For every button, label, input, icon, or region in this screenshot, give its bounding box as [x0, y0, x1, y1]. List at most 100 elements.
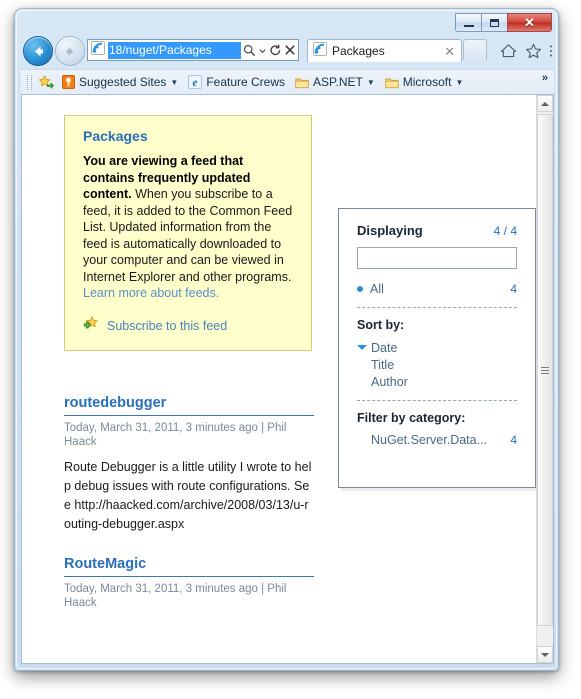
sort-option-date[interactable]: Date [357, 340, 517, 357]
displaying-label: Displaying [357, 223, 423, 238]
sort-descending-caret-icon [357, 345, 367, 350]
feed-entry: RouteMagic Today, March 31, 2011, 3 minu… [64, 556, 314, 610]
feed-search-input[interactable] [357, 247, 517, 269]
entry-title-link[interactable]: routedebugger [64, 395, 314, 416]
address-bar[interactable]: 18/nuget/Packages [87, 39, 299, 61]
new-tab-button[interactable] [463, 39, 487, 60]
scrollbar-thumb[interactable] [537, 114, 553, 626]
status-bar [21, 664, 554, 668]
chevron-down-icon[interactable]: ▼ [455, 78, 463, 87]
favorites-bar: Suggested Sites ▼ e Feature Crews ASP.NE… [21, 69, 554, 94]
scroll-down-button[interactable] [537, 646, 553, 663]
sort-option-label: Author [371, 375, 408, 389]
entry-meta: Today, March 31, 2011, 3 minutes ago | P… [64, 583, 287, 609]
filter-all-label: All [370, 282, 384, 296]
back-arrow-icon [34, 46, 43, 56]
selected-bullet-icon [357, 285, 363, 292]
sort-option-label: Date [371, 341, 398, 355]
tab-feed-icon [313, 41, 327, 61]
subscribe-feed-icon [83, 316, 99, 336]
feed-notice-text: You are viewing a feed that contains fre… [83, 153, 295, 302]
feed-entry-list: routedebugger Today, March 31, 2011, 3 m… [64, 395, 314, 619]
entry-meta: Today, March 31, 2011, 3 minutes ago | P… [64, 422, 287, 448]
subscribe-label[interactable]: Subscribe to this feed [107, 319, 227, 333]
feed-notice-body: When you subscribe to a feed, it is adde… [83, 187, 293, 284]
folder-icon [385, 78, 399, 88]
favorites-item-aspnet[interactable]: ASP.NET ▼ [295, 75, 375, 89]
minimize-button[interactable] [455, 13, 482, 32]
ie-icon: e [188, 75, 203, 89]
favorites-item-suggested-sites[interactable]: Suggested Sites ▼ [62, 75, 178, 89]
tab-strip: Packages ✕ [307, 39, 487, 63]
rss-feed-page: Packages You are viewing a feed that con… [22, 95, 537, 663]
browser-window: ✕ 18/nuget/Packages Packages ✕ Suggested… [14, 8, 559, 671]
favorites-item-label: Microsoft [402, 75, 452, 89]
sort-option-title[interactable]: Title [357, 357, 517, 374]
title-bar: ✕ [15, 9, 558, 37]
address-input[interactable]: 18/nuget/Packages [108, 41, 241, 59]
arrow-down-icon [541, 652, 549, 657]
feed-notice-box: Packages You are viewing a feed that con… [64, 115, 312, 351]
favorites-item-label: Feature Crews [206, 75, 286, 89]
category-label: NuGet.Server.Data... [371, 433, 488, 447]
search-icon[interactable] [243, 44, 256, 57]
subscribe-row[interactable]: Subscribe to this feed [83, 316, 295, 336]
entry-body: Route Debugger is a little utility I wro… [64, 460, 312, 531]
tools-gear-icon[interactable] [548, 41, 554, 60]
chevron-down-icon[interactable]: ▼ [170, 78, 178, 87]
minimize-icon [463, 24, 474, 27]
favorites-overflow-button[interactable]: » [542, 72, 548, 84]
folder-icon [295, 78, 309, 88]
forward-arrow-icon [66, 46, 74, 56]
close-button[interactable]: ✕ [507, 13, 552, 32]
add-to-favorites-bar-button[interactable] [38, 75, 54, 90]
favorites-item-label: Suggested Sites [79, 75, 167, 89]
displaying-count: 4 / 4 [493, 224, 517, 238]
sort-by-label: Sort by: [357, 318, 405, 332]
suggested-sites-icon [62, 75, 75, 89]
feed-filter-panel: Displaying 4 / 4 All 4 Sort by: Date Tit… [338, 208, 536, 488]
displaying-row: Displaying 4 / 4 [357, 223, 517, 238]
favorites-bar-grip[interactable] [27, 74, 32, 90]
navigation-bar: 18/nuget/Packages Packages ✕ [15, 35, 558, 67]
filter-by-category-label: Filter by category: [357, 411, 466, 425]
category-row[interactable]: NuGet.Server.Data... 4 [357, 433, 517, 447]
entry-title-link[interactable]: RouteMagic [64, 556, 314, 577]
filter-all-item[interactable]: All [357, 280, 384, 298]
refresh-icon[interactable] [269, 44, 282, 57]
favorites-star-icon[interactable] [523, 41, 543, 60]
add-to-favorites-icon [38, 75, 54, 89]
back-button[interactable] [23, 36, 53, 66]
scroll-up-button[interactable] [537, 95, 553, 112]
stop-icon[interactable] [284, 44, 296, 56]
learn-more-link[interactable]: Learn more about feeds. [83, 286, 219, 300]
window-controls: ✕ [455, 13, 552, 32]
favorites-item-feature-crews[interactable]: e Feature Crews [188, 75, 285, 89]
feed-favicon-icon [91, 40, 105, 60]
tab-label: Packages [332, 44, 385, 58]
maximize-icon [490, 18, 499, 27]
home-icon[interactable] [498, 41, 518, 60]
feed-entry: routedebugger Today, March 31, 2011, 3 m… [64, 395, 314, 534]
sort-option-label: Title [371, 358, 395, 372]
category-count: 4 [510, 433, 517, 447]
maximize-button[interactable] [481, 13, 508, 32]
filter-all-row[interactable]: All 4 [357, 280, 517, 298]
toolbar-icons [498, 41, 554, 60]
tab-packages[interactable]: Packages ✕ [307, 39, 462, 62]
close-icon: ✕ [524, 15, 535, 30]
favorites-item-label: ASP.NET [313, 75, 363, 89]
scrollbar-grip-icon [541, 365, 549, 376]
vertical-scrollbar[interactable] [536, 95, 553, 663]
divider [357, 400, 517, 401]
favorites-item-microsoft[interactable]: Microsoft ▼ [385, 75, 463, 89]
desktop-background: ✕ 18/nuget/Packages Packages ✕ Suggested… [0, 0, 581, 699]
arrow-up-icon [541, 101, 549, 106]
forward-button[interactable] [55, 36, 85, 66]
chevron-down-icon[interactable] [258, 46, 267, 55]
chevron-down-icon[interactable]: ▼ [367, 78, 375, 87]
tab-close-icon[interactable]: ✕ [442, 45, 457, 58]
sort-option-author[interactable]: Author [357, 374, 517, 391]
filter-all-count: 4 [510, 282, 517, 296]
divider [357, 307, 517, 308]
